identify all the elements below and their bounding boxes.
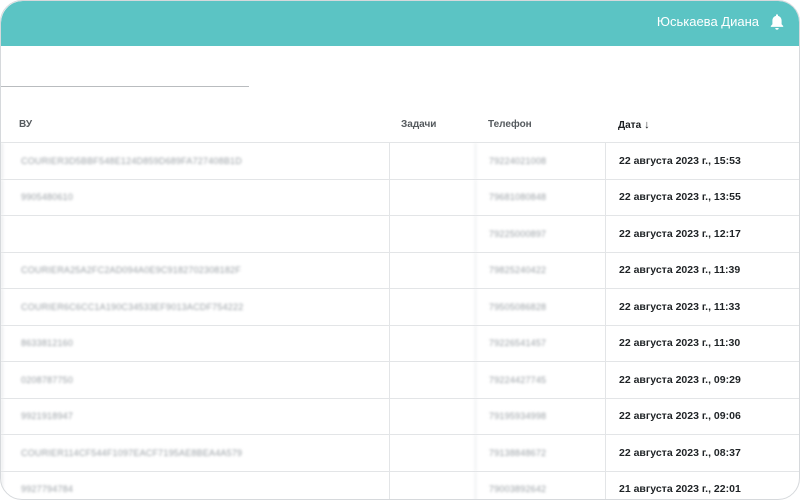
- cell-vu: COURIER3D5BBF548E124D859D689FA727408B1D: [1, 143, 389, 179]
- cell-phone: 79681080848: [475, 179, 605, 215]
- cell-phone: 79505086828: [475, 289, 605, 325]
- cell-vu: 9927794784: [1, 471, 389, 499]
- table-row[interactable]: 9905480610 79681080848 22 августа 2023 г.,…: [1, 179, 799, 216]
- table-body: COURIER3D5BBF548E124D859D689FA727408B1D 7…: [1, 143, 799, 499]
- cell-phone: 79224021008: [475, 143, 605, 179]
- cell-tasks: [389, 143, 475, 179]
- cell-date: 22 августа 2023 г., 11:39: [605, 252, 799, 288]
- column-header-vu[interactable]: ВУ: [19, 119, 32, 130]
- cell-vu: [1, 216, 389, 252]
- cell-vu: 8633812160: [1, 325, 389, 361]
- cell-vu: 9905480610: [1, 179, 389, 215]
- table-row[interactable]: 0208787750 79224427745 22 августа 2023 г.,…: [1, 362, 799, 399]
- cell-tasks: [389, 252, 475, 288]
- user-name[interactable]: Юськаева Диана: [657, 14, 759, 29]
- cell-tasks: [389, 289, 475, 325]
- cell-vu: 0208787750: [1, 362, 389, 398]
- search-input-underline[interactable]: [1, 86, 249, 87]
- cell-vu: COURIER114CF544F1097EACF7195AE8BEA4A579: [1, 435, 389, 471]
- cell-phone: 79226541457: [475, 325, 605, 361]
- table-row[interactable]: 9921918947 79195934998 22 августа 2023 г.,…: [1, 398, 799, 435]
- cell-date: 22 августа 2023 г., 09:29: [605, 362, 799, 398]
- cell-phone: 79195934998: [475, 398, 605, 434]
- table-header: ВУ Задачи Телефон Дата ↓: [1, 107, 799, 143]
- bell-icon[interactable]: [769, 13, 785, 31]
- cell-tasks: [389, 435, 475, 471]
- cell-phone: 79825240422: [475, 252, 605, 288]
- couriers-table: ВУ Задачи Телефон Дата ↓ COURIER3D5BBF548…: [1, 107, 799, 499]
- cell-date: 22 августа 2023 г., 12:17: [605, 216, 799, 252]
- column-header-phone[interactable]: Телефон: [488, 119, 532, 130]
- table-row[interactable]: 9927794784 79003892642 21 августа 2023 г.,…: [1, 471, 799, 499]
- table-row[interactable]: 8633812160 79226541457 22 августа 2023 г.,…: [1, 325, 799, 362]
- top-bar: Юськаева Диана: [1, 1, 799, 46]
- column-header-date[interactable]: Дата ↓: [618, 119, 650, 131]
- cell-phone: 79225000897: [475, 216, 605, 252]
- cell-vu: COURIER6C6CC1A190C34533EF9013ACDF754222: [1, 289, 389, 325]
- cell-tasks: [389, 398, 475, 434]
- cell-tasks: [389, 179, 475, 215]
- cell-phone: 79138848672: [475, 435, 605, 471]
- cell-date: 22 августа 2023 г., 09:06: [605, 398, 799, 434]
- cell-vu: COURIERA25A2FC2AD094A0E9C9182702308182F: [1, 252, 389, 288]
- table-row[interactable]: COURIER3D5BBF548E124D859D689FA727408B1D 7…: [1, 143, 799, 180]
- cell-phone: 79003892642: [475, 471, 605, 499]
- cell-date: 22 августа 2023 г., 13:55: [605, 179, 799, 215]
- cell-date: 21 августа 2023 г., 22:01: [605, 471, 799, 499]
- cell-vu: 9921918947: [1, 398, 389, 434]
- cell-date: 22 августа 2023 г., 11:33: [605, 289, 799, 325]
- column-header-tasks[interactable]: Задачи: [401, 119, 436, 130]
- cell-tasks: [389, 362, 475, 398]
- table-row[interactable]: COURIER6C6CC1A190C34533EF9013ACDF754222 7…: [1, 289, 799, 326]
- table-row[interactable]: COURIERA25A2FC2AD094A0E9C9182702308182F 7…: [1, 252, 799, 289]
- cell-tasks: [389, 216, 475, 252]
- sort-down-icon: ↓: [644, 119, 650, 131]
- table-row[interactable]: COURIER114CF544F1097EACF7195AE8BEA4A579 7…: [1, 435, 799, 472]
- cell-date: 22 августа 2023 г., 08:37: [605, 435, 799, 471]
- table-row[interactable]: 79225000897 22 августа 2023 г., 12:17: [1, 216, 799, 253]
- cell-phone: 79224427745: [475, 362, 605, 398]
- cell-date: 22 августа 2023 г., 11:30: [605, 325, 799, 361]
- cell-tasks: [389, 325, 475, 361]
- column-header-date-label: Дата: [618, 120, 642, 131]
- cell-tasks: [389, 471, 475, 499]
- app-window: Юськаева Диана ВУ Задачи Телефон Дата ↓ C…: [0, 0, 800, 500]
- cell-date: 22 августа 2023 г., 15:53: [605, 143, 799, 179]
